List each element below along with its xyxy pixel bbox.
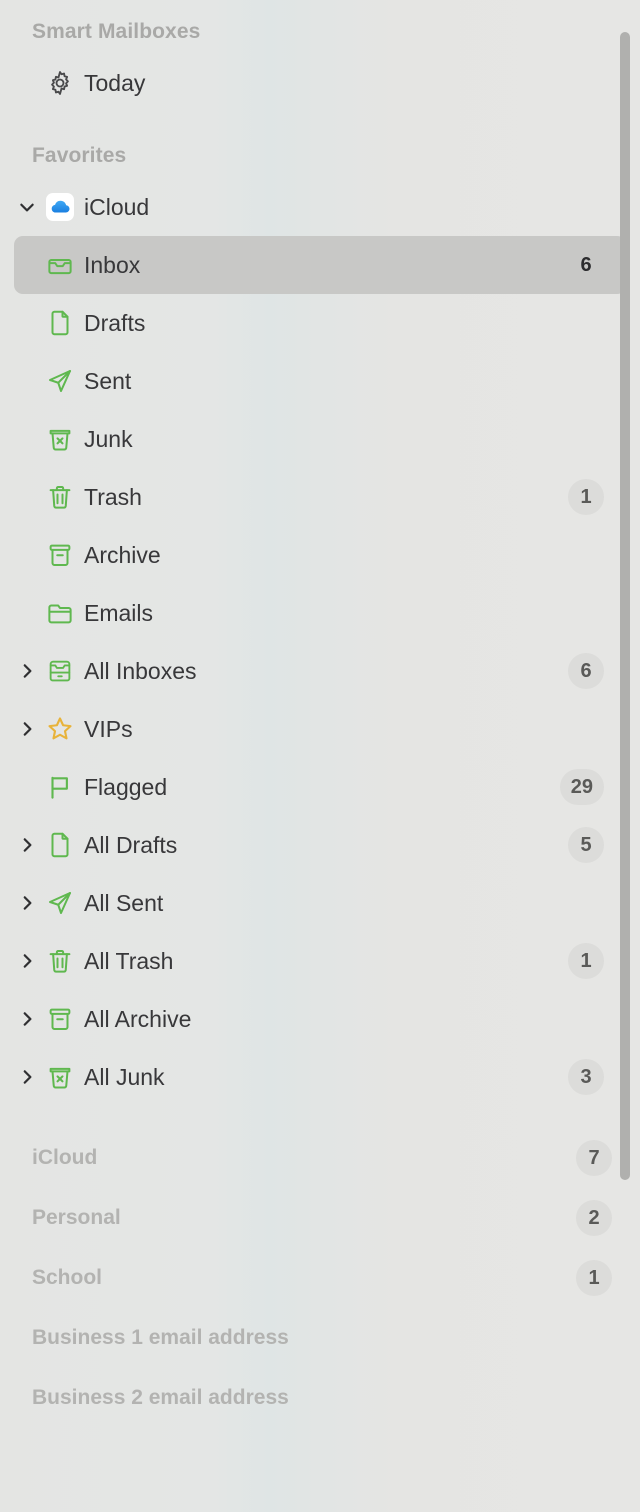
chevron-right-icon[interactable] — [14, 894, 40, 912]
chevron-right-icon[interactable] — [14, 1068, 40, 1086]
sidebar-item-label: All Drafts — [84, 831, 178, 858]
sidebar-item-today[interactable]: Today — [14, 54, 626, 112]
account-header-icloud[interactable]: iCloud 7 — [0, 1128, 640, 1188]
star-icon — [40, 714, 80, 744]
trash-can-icon — [40, 482, 80, 512]
badge-count: 7 — [576, 1140, 612, 1176]
sidebar-item-label: Junk — [84, 425, 133, 452]
scrollbar-thumb[interactable] — [620, 32, 630, 1180]
account-label: Business 2 email address — [32, 1386, 289, 1409]
sidebar-item-label: Flagged — [84, 773, 168, 800]
chevron-right-icon[interactable] — [14, 720, 40, 738]
chevron-placeholder — [14, 256, 40, 274]
paper-plane-icon — [40, 366, 80, 396]
account-label: Business 1 email address — [32, 1326, 289, 1349]
chevron-down-icon[interactable] — [14, 198, 40, 216]
sidebar-item-sent[interactable]: Sent — [14, 352, 626, 410]
document-icon — [40, 830, 80, 860]
chevron-placeholder — [14, 488, 40, 506]
archive-box-icon — [40, 1004, 80, 1034]
icloud-cloud-icon — [40, 191, 80, 223]
chevron-placeholder — [14, 604, 40, 622]
sidebar-item-all-trash[interactable]: All Trash 1 — [14, 932, 626, 990]
document-icon — [40, 308, 80, 338]
gear-icon — [40, 69, 80, 97]
sidebar-item-label: Trash — [84, 483, 142, 510]
badge-count: 6 — [568, 653, 604, 689]
archive-box-icon — [40, 540, 80, 570]
sidebar-item-label: Archive — [84, 541, 161, 568]
account-header-school[interactable]: School 1 — [0, 1248, 640, 1308]
sidebar-item-trash[interactable]: Trash 1 — [14, 468, 626, 526]
badge-count: 6 — [580, 253, 592, 276]
badge-count: 29 — [559, 769, 604, 805]
chevron-right-icon[interactable] — [14, 662, 40, 680]
sidebar-item-emails-folder[interactable]: Emails — [14, 584, 626, 642]
chevron-placeholder — [14, 314, 40, 332]
sidebar-item-all-inboxes[interactable]: All Inboxes 6 — [14, 642, 626, 700]
account-header-business-2[interactable]: Business 2 email address — [0, 1368, 640, 1428]
sidebar-item-all-junk[interactable]: All Junk 3 — [14, 1048, 626, 1106]
sidebar-item-label: Emails — [84, 599, 154, 626]
chevron-right-icon[interactable] — [14, 836, 40, 854]
badge-count: 1 — [568, 943, 604, 979]
group-header-label: Smart Mailboxes — [32, 20, 201, 43]
sidebar-item-flagged[interactable]: Flagged 29 — [14, 758, 626, 816]
all-inboxes-tray-icon — [40, 656, 80, 686]
badge-count: 3 — [568, 1059, 604, 1095]
badge-count: 1 — [568, 479, 604, 515]
sidebar-item-label: Drafts — [84, 309, 146, 336]
sidebar-item-icloud-account[interactable]: iCloud — [14, 178, 626, 236]
inbox-tray-icon — [40, 250, 80, 280]
sidebar-item-all-sent[interactable]: All Sent — [14, 874, 626, 932]
chevron-placeholder — [14, 778, 40, 796]
chevron-placeholder — [14, 430, 40, 448]
sidebar-item-label: All Sent — [84, 889, 164, 916]
account-header-business-1[interactable]: Business 1 email address — [0, 1308, 640, 1368]
paper-plane-icon — [40, 888, 80, 918]
sidebar-item-label: All Junk — [84, 1063, 165, 1090]
junk-bin-x-icon — [40, 424, 80, 454]
account-label: School — [32, 1266, 103, 1289]
badge-count: 1 — [576, 1260, 612, 1296]
sidebar-item-all-archive[interactable]: All Archive — [14, 990, 626, 1048]
sidebar-item-all-drafts[interactable]: All Drafts 5 — [14, 816, 626, 874]
sidebar-item-label: iCloud — [84, 193, 150, 220]
sidebar-item-drafts[interactable]: Drafts — [14, 294, 626, 352]
sidebar-item-label: Today — [84, 69, 146, 96]
trash-can-icon — [40, 946, 80, 976]
sidebar-item-vips[interactable]: VIPs — [14, 700, 626, 758]
account-header-personal[interactable]: Personal 2 — [0, 1188, 640, 1248]
sidebar-item-label: Inbox — [84, 251, 141, 278]
chevron-placeholder — [14, 372, 40, 390]
group-header-favorites: Favorites — [0, 134, 640, 178]
sidebar-item-junk[interactable]: Junk — [14, 410, 626, 468]
sidebar-item-label: All Archive — [84, 1005, 192, 1032]
group-header-label: Favorites — [32, 144, 127, 167]
account-label: Personal — [32, 1206, 121, 1229]
group-header-smart-mailboxes: Smart Mailboxes — [0, 10, 640, 54]
badge-count: 5 — [568, 827, 604, 863]
top-spacer — [0, 0, 640, 10]
sidebar-item-label: Sent — [84, 367, 132, 394]
account-label: iCloud — [32, 1146, 98, 1169]
badge-count: 2 — [576, 1200, 612, 1236]
sidebar-item-inbox[interactable]: Inbox 6 — [14, 236, 626, 294]
sidebar-item-label: All Trash — [84, 947, 174, 974]
flag-icon — [40, 772, 80, 802]
junk-bin-x-icon — [40, 1062, 80, 1092]
sidebar-item-label: All Inboxes — [84, 657, 197, 684]
sidebar-item-label: VIPs — [84, 715, 133, 742]
folder-icon — [40, 598, 80, 628]
chevron-right-icon[interactable] — [14, 952, 40, 970]
chevron-placeholder — [14, 546, 40, 564]
mail-sidebar: Smart Mailboxes Today Favorites iCloud I… — [0, 0, 640, 1512]
sidebar-item-archive[interactable]: Archive — [14, 526, 626, 584]
chevron-right-icon[interactable] — [14, 1010, 40, 1028]
